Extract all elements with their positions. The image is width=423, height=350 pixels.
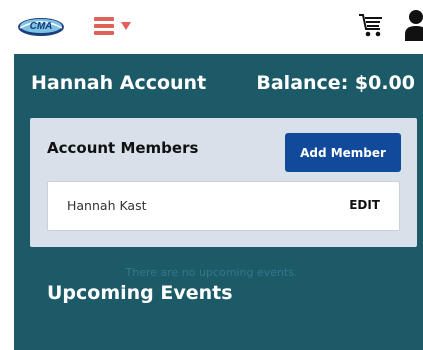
top-bar: CMA	[0, 0, 423, 54]
add-member-button[interactable]: Add Member	[285, 133, 401, 172]
account-title: Hannah Account	[31, 72, 207, 94]
cma-logo[interactable]: CMA	[17, 12, 65, 38]
chevron-down-icon	[121, 22, 131, 30]
logo-text: CMA	[30, 21, 53, 32]
account-balance: Balance: $0.00	[256, 72, 415, 94]
account-members-card: Account Members Add Member Hannah Kast E…	[30, 118, 417, 247]
member-name: Hannah Kast	[67, 198, 147, 213]
upcoming-events-title: Upcoming Events	[47, 282, 233, 304]
no-events-message: There are no upcoming events.	[125, 266, 298, 279]
hamburger-icon	[94, 17, 114, 35]
cart-icon[interactable]	[358, 12, 384, 38]
user-icon[interactable]	[404, 9, 423, 41]
main-menu-button[interactable]	[94, 16, 140, 36]
account-members-title: Account Members	[47, 139, 199, 157]
account-panel: Hannah Account Balance: $0.00 Account Me…	[14, 54, 423, 350]
member-row: Hannah Kast EDIT	[47, 181, 400, 231]
edit-member-link[interactable]: EDIT	[349, 198, 380, 212]
